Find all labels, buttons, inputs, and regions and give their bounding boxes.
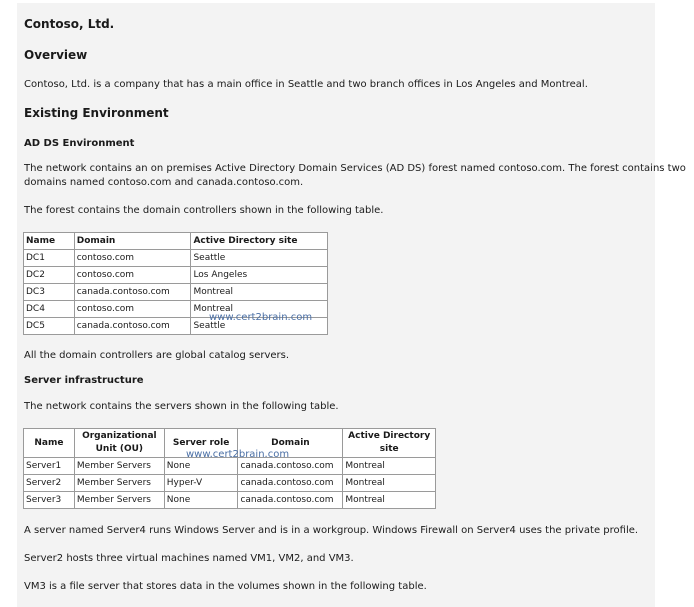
adds-text-line2: domains named contoso.com and canada.con… — [24, 177, 304, 188]
table-cell: None — [163, 457, 239, 475]
overview-text: Contoso, Ltd. is a company that has a ma… — [24, 79, 588, 90]
table-cell: canada.contoso.com — [73, 317, 192, 335]
watermark: www.cert2brain.com — [186, 449, 290, 460]
table-cell: Hyper-V — [163, 474, 239, 492]
table-header-row: Name Domain Active Directory site — [23, 232, 328, 250]
table-cell: DC3 — [23, 283, 75, 301]
table-cell: contoso.com — [73, 266, 192, 284]
table-row: Server1 Member Servers None canada.conto… — [23, 457, 436, 475]
column-header: Active Directory site — [190, 232, 328, 250]
column-header: Domain — [73, 232, 192, 250]
table-cell: Server3 — [23, 491, 75, 509]
table-cell: None — [163, 491, 239, 509]
table-cell: DC2 — [23, 266, 75, 284]
adds-text-line1: The network contains an on premises Acti… — [24, 163, 686, 174]
column-header: Active Directory site — [342, 428, 436, 458]
server2-text: Server2 hosts three virtual machines nam… — [24, 553, 354, 564]
vm3-text: VM3 is a file server that stores data in… — [24, 581, 427, 592]
overview-heading: Overview — [24, 48, 88, 62]
table-cell: Montreal — [190, 283, 328, 301]
table-cell: canada.contoso.com — [73, 283, 192, 301]
table-cell: Montreal — [342, 491, 436, 509]
forest-text: The forest contains the domain controlle… — [24, 205, 384, 216]
table-cell: DC4 — [23, 300, 75, 318]
table-cell: Montreal — [342, 474, 436, 492]
table-cell: Member Servers — [73, 491, 165, 509]
table-row: DC1 contoso.com Seattle — [23, 249, 328, 267]
watermark: www.cert2brain.com — [209, 312, 313, 323]
table-cell: Montreal — [342, 457, 436, 475]
table-cell: contoso.com — [73, 249, 192, 267]
server-infrastructure-heading: Server infrastructure — [24, 375, 144, 386]
table-cell: DC1 — [23, 249, 75, 267]
column-header: Name — [23, 232, 75, 250]
existing-environment-heading: Existing Environment — [24, 106, 169, 120]
table-row: DC2 contoso.com Los Angeles — [23, 266, 328, 284]
column-header: Organizational Unit (OU) — [73, 428, 165, 458]
table-cell: canada.contoso.com — [237, 474, 344, 492]
table-row: DC3 canada.contoso.com Montreal — [23, 283, 328, 301]
table-cell: canada.contoso.com — [237, 491, 344, 509]
global-catalog-text: All the domain controllers are global ca… — [24, 350, 290, 361]
table-row: Server2 Member Servers Hyper-V canada.co… — [23, 474, 436, 492]
server-text: The network contains the servers shown i… — [24, 401, 339, 412]
table-cell: Server2 — [23, 474, 75, 492]
server4-text: A server named Server4 runs Windows Serv… — [24, 525, 639, 536]
table-cell: Server1 — [23, 457, 75, 475]
table-cell: Seattle — [190, 249, 328, 267]
servers-table: Name Organizational Unit (OU) Server rol… — [23, 428, 436, 509]
column-header: Name — [23, 428, 75, 458]
adds-heading: AD DS Environment — [24, 138, 135, 149]
table-cell: canada.contoso.com — [237, 457, 344, 475]
table-cell: Member Servers — [73, 474, 165, 492]
table-cell: Member Servers — [73, 457, 165, 475]
table-row: Server3 Member Servers None canada.conto… — [23, 491, 436, 509]
page-title: Contoso, Ltd. — [24, 17, 115, 31]
table-cell: DC5 — [23, 317, 75, 335]
table-cell: Los Angeles — [190, 266, 328, 284]
table-cell: contoso.com — [73, 300, 192, 318]
